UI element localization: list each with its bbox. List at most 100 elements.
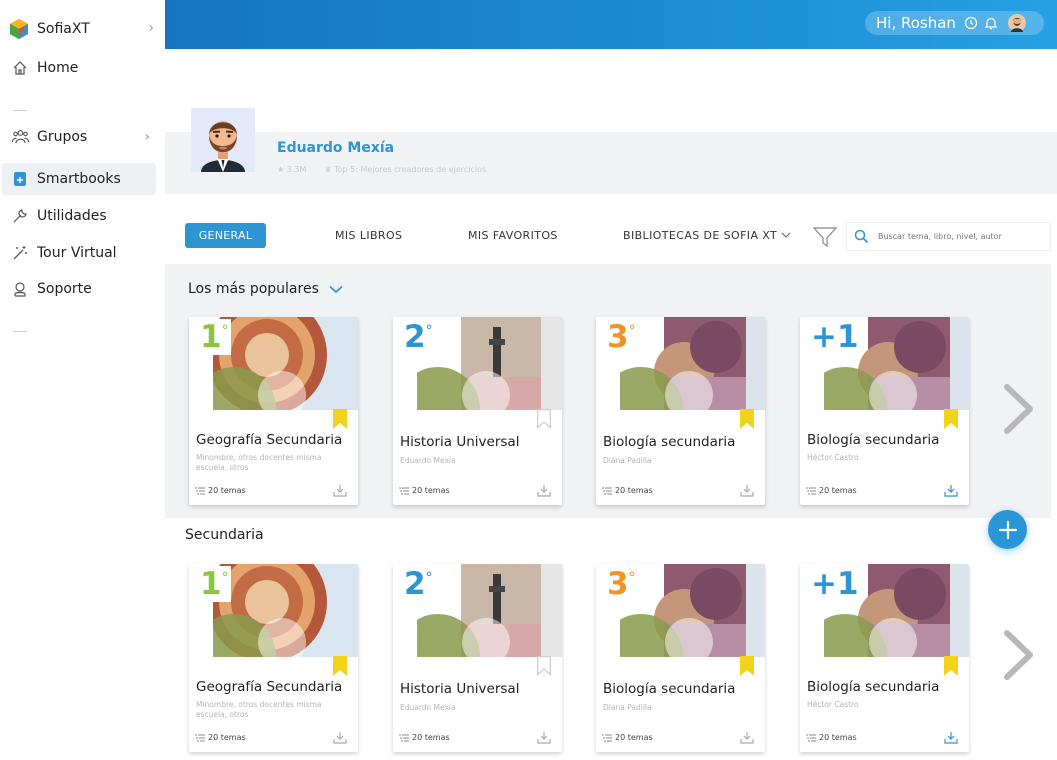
sidebar-item-tour-virtual[interactable]: Tour Virtual [2,237,156,269]
topics-count: 20 temas [806,486,857,495]
bell-icon[interactable] [984,16,998,30]
bookmark-icon[interactable] [944,409,958,429]
followers-stat: ★ 3.3M [277,165,307,174]
tab-bibliotecas[interactable]: BIBLIOTECAS DE SOFIA XT [623,229,791,242]
tab-mis-favoritos[interactable]: MIS FAVORITOS [468,229,558,242]
sidebar-item-utilidades[interactable]: Utilidades [2,200,156,232]
tab-general[interactable]: GENERAL [185,223,266,248]
carousel-next-icon[interactable] [1003,629,1035,681]
download-icon[interactable] [740,731,754,744]
sidebar-item-home[interactable]: Home [2,52,156,84]
user-menu[interactable]: Hi, Roshan [865,11,1044,35]
sidebar-item-label: Tour Virtual [37,245,117,261]
clock-icon[interactable] [964,16,978,30]
book-card[interactable]: 1° Geografía Secundaria Minombre, otros do… [189,564,358,752]
grade-number: 2 [404,566,426,602]
sidebar-item-label: Home [37,60,79,76]
book-card[interactable]: 3° Biología secundaria Diana Padilla 20 tem… [596,564,765,752]
topics-label: 20 temas [208,486,246,495]
topics-label: 20 temas [819,733,857,742]
grade-degree: ° [628,323,636,339]
bookmark-icon[interactable] [740,656,754,676]
grade-badge: +1 [802,566,859,602]
sidebar-item-smartbooks[interactable]: Smartbooks [2,163,156,195]
plus-icon [998,520,1017,539]
download-icon[interactable] [944,484,958,497]
book-card[interactable]: 1° Geografía Secundaria Minombre, otros do… [189,317,358,505]
search-box[interactable] [846,222,1051,251]
profile-name[interactable]: Eduardo Mexía [277,140,394,156]
download-icon[interactable] [537,484,551,497]
topics-label: 20 temas [412,733,450,742]
grade-degree: ° [221,323,229,339]
topics-label: 20 temas [412,486,450,495]
popular-section-title[interactable]: Los más populares [188,281,343,297]
brand[interactable]: SofiaXT › [8,17,158,41]
topics-count: 20 temas [399,733,450,742]
profile-avatar[interactable] [191,108,255,172]
bookmark-icon[interactable] [333,409,347,429]
tab-mis-libros[interactable]: MIS LIBROS [335,229,402,242]
list-icon [602,487,612,494]
download-icon[interactable] [944,731,958,744]
book-author: Minombre, otros docentes misma escuela, … [196,700,322,719]
search-input[interactable] [878,232,1038,241]
sidebar-divider [13,110,27,111]
grade-number: 2 [404,319,426,355]
bookmark-icon[interactable] [944,656,958,676]
bookmark-icon[interactable] [537,656,551,676]
book-author: Diana Padilla [603,456,652,465]
book-card[interactable]: 2° Historia Universal Eduardo Mexía 20 tema… [393,317,562,505]
grade-badge: +1 [802,319,859,355]
book-title[interactable]: Geografía Secundaria [196,679,342,695]
book-card[interactable]: +1 Biología secundaria Héctor Castro 20 tem… [800,564,969,752]
chevron-right-icon: › [144,129,150,145]
add-button[interactable] [988,510,1027,549]
sidebar: SofiaXT › Home Grupos › Smartbooks Utili… [0,0,164,760]
book-title[interactable]: Biología secundaria [603,681,735,697]
book-title[interactable]: Biología secundaria [603,434,735,450]
grade-degree: ° [221,570,229,586]
grade-number: 1 [200,566,222,602]
download-icon[interactable] [537,731,551,744]
download-icon[interactable] [740,484,754,497]
grade-badge: 2° [395,319,435,355]
book-title[interactable]: Historia Universal [400,434,519,450]
book-title[interactable]: Geografía Secundaria [196,432,342,448]
chevron-right-icon[interactable]: › [148,20,154,36]
bookmark-icon[interactable] [333,656,347,676]
filter-icon[interactable] [813,226,837,248]
app-root: SofiaXT › Home Grupos › Smartbooks Utili… [0,0,1057,760]
book-card[interactable]: 3° Biología secundaria Diana Padilla 20 tem… [596,317,765,505]
top-header: Hi, Roshan [165,0,1057,49]
book-title[interactable]: Historia Universal [400,681,519,697]
topics-count: 20 temas [399,486,450,495]
bookmark-icon[interactable] [740,409,754,429]
grade-badge: 2° [395,566,435,602]
bookmark-icon[interactable] [537,409,551,429]
sidebar-item-soporte[interactable]: Soporte [2,273,156,305]
smartbook-icon [11,170,29,188]
book-card[interactable]: +1 Biología secundaria Héctor Castro 20 tem… [800,317,969,505]
book-title[interactable]: Biología secundaria [807,432,939,448]
topics-label: 20 temas [615,486,653,495]
book-author: Diana Padilla [603,703,652,712]
sofia-logo-icon [10,19,28,39]
sidebar-item-grupos[interactable]: Grupos › [2,121,156,153]
book-author: Eduardo Mexía [400,703,456,712]
download-icon[interactable] [333,731,347,744]
book-title[interactable]: Biología secundaria [807,679,939,695]
grade-degree: ° [628,570,636,586]
tab-bibliotecas-label: BIBLIOTECAS DE SOFIA XT [623,229,778,242]
carousel-next-icon[interactable] [1003,383,1035,435]
list-icon [806,487,816,494]
book-card[interactable]: 2° Historia Universal Eduardo Mexía 20 tema… [393,564,562,752]
topics-label: 20 temas [819,486,857,495]
list-icon [195,734,205,741]
user-avatar[interactable] [1007,14,1026,32]
grade-degree: ° [425,323,433,339]
star-icon: ★ [277,165,285,174]
topics-count: 20 temas [195,486,246,495]
creator-badge: ♛ Top 5: Mejores creadores de ejercicios [324,165,487,174]
download-icon[interactable] [333,484,347,497]
